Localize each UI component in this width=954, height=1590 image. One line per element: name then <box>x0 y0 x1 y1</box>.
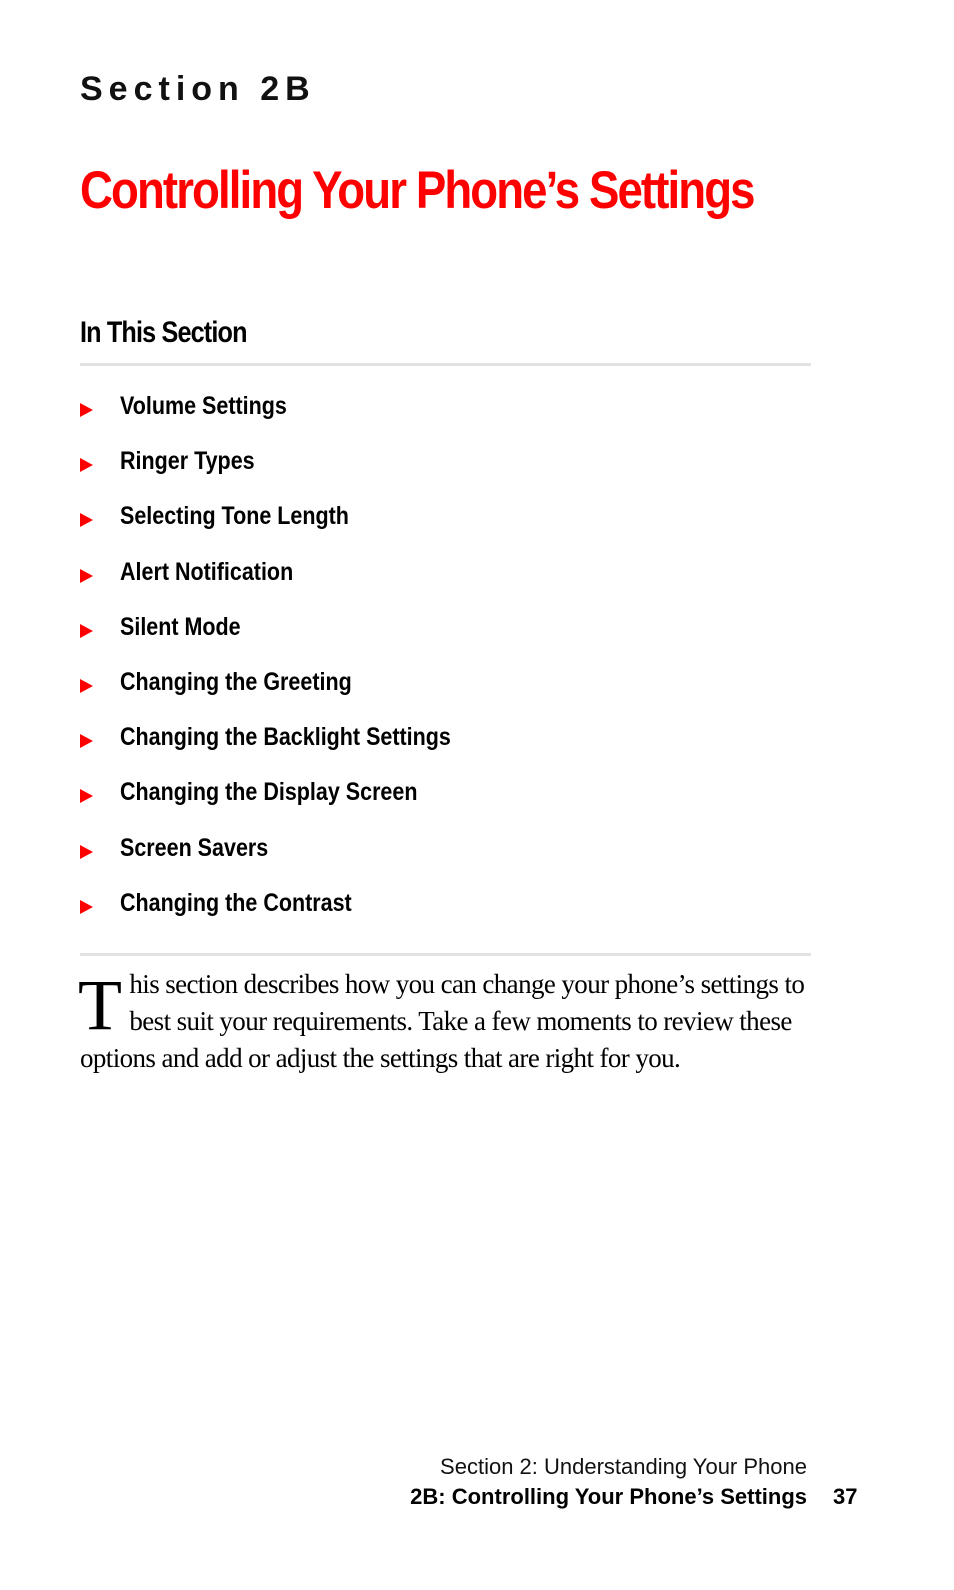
triangle-bullet-icon <box>80 403 93 417</box>
triangle-bullet-icon <box>80 678 93 693</box>
toc-link-volume-settings[interactable]: Volume Settings <box>120 392 287 421</box>
footer-section-title: Section 2: Understanding Your Phone <box>440 1454 807 1479</box>
triangle-bullet-icon <box>80 844 93 859</box>
page-title: Controlling Your Phone’s Settings <box>80 161 756 220</box>
page-number: 37 <box>833 1484 858 1509</box>
toc-link-selecting-tone-length[interactable]: Selecting Tone Length <box>120 502 349 531</box>
triangle-bullet-icon <box>80 899 93 914</box>
intro-paragraph: This section describes how you can chang… <box>78 965 811 1077</box>
divider-bottom <box>80 953 811 956</box>
toc-link-screen-savers[interactable]: Screen Savers <box>120 834 268 863</box>
intro-text: his section describes how you can change… <box>80 969 805 1073</box>
footer-chapter-title: 2B: Controlling Your Phone’s Settings <box>410 1484 807 1509</box>
toc-link-silent-mode[interactable]: Silent Mode <box>120 613 241 642</box>
toc-link-changing-backlight[interactable]: Changing the Backlight Settings <box>120 723 451 752</box>
triangle-bullet-icon <box>80 513 93 528</box>
toc-link-changing-display-screen[interactable]: Changing the Display Screen <box>120 778 417 807</box>
toc-link-changing-contrast[interactable]: Changing the Contrast <box>120 889 352 918</box>
triangle-bullet-icon <box>80 789 93 804</box>
triangle-bullet-icon <box>80 458 93 473</box>
toc-link-ringer-types[interactable]: Ringer Types <box>120 447 255 476</box>
divider-top <box>80 363 811 366</box>
section-label: Section 2B <box>80 70 316 108</box>
toc-link-alert-notification[interactable]: Alert Notification <box>120 558 293 587</box>
triangle-bullet-icon <box>80 734 93 749</box>
drop-cap: T <box>78 965 122 1045</box>
triangle-bullet-icon <box>80 623 93 638</box>
in-this-section-heading: In This Section <box>80 316 247 349</box>
triangle-bullet-icon <box>80 568 93 583</box>
toc-link-changing-greeting[interactable]: Changing the Greeting <box>120 668 352 697</box>
